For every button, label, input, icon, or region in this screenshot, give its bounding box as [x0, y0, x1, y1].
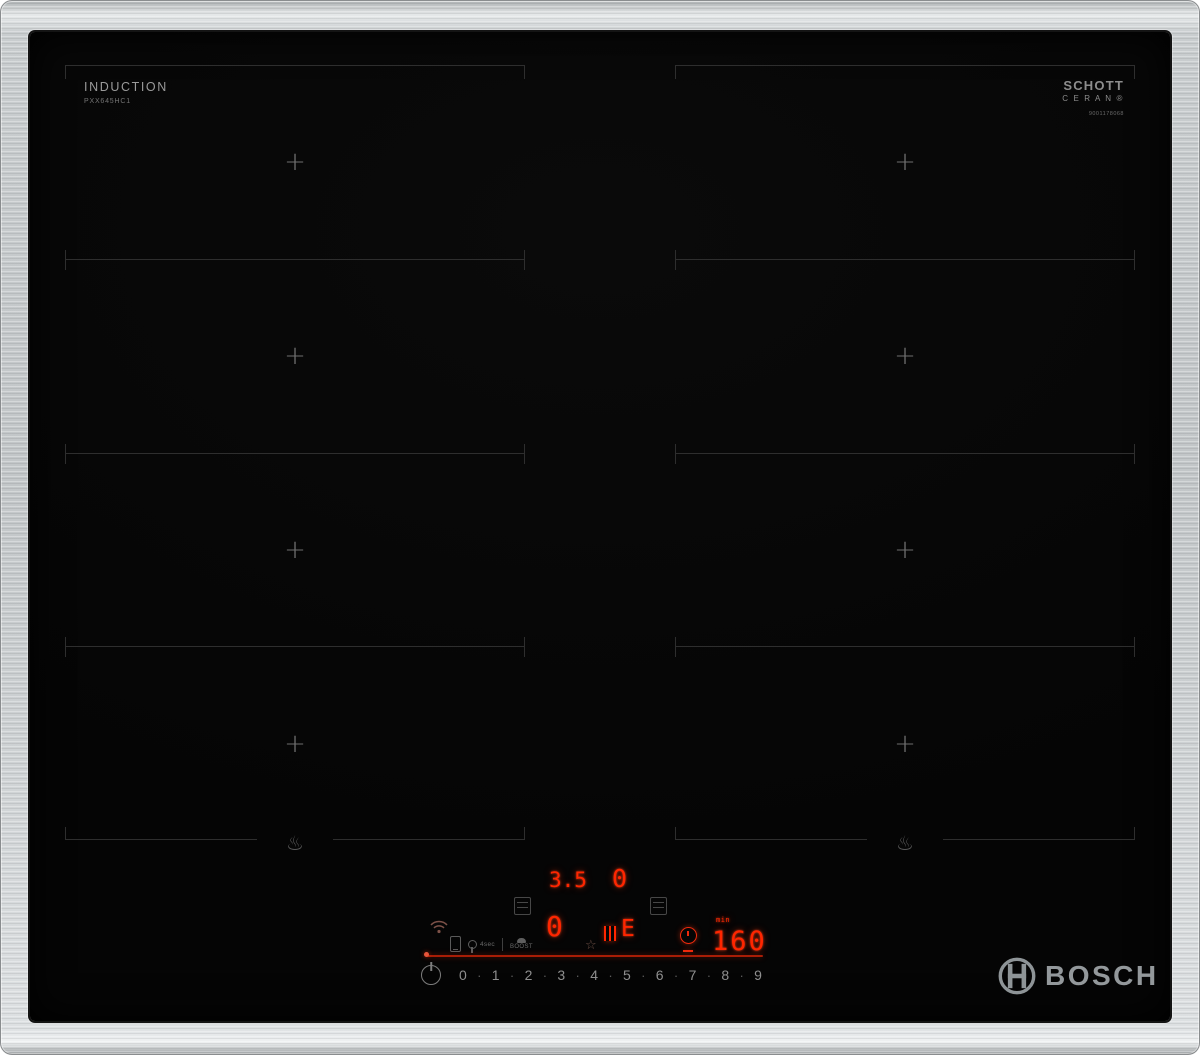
cooking-zone: +	[65, 637, 525, 840]
flex-zone-column-right: + + + + ♨	[675, 65, 1135, 853]
cooking-zone: +	[675, 443, 1135, 647]
cooking-zone: +	[675, 249, 1135, 453]
flex-zone-column-left: + + + + ♨	[65, 65, 525, 853]
timer-unit-label: min	[716, 916, 731, 924]
zone-corner-mark	[65, 637, 66, 658]
slider-dot: ·	[706, 967, 712, 983]
slider-dot: ·	[739, 967, 744, 983]
divider	[501, 937, 503, 951]
slider-dot: ·	[641, 967, 646, 983]
slider-level-0[interactable]: 0	[459, 967, 467, 983]
slider-level-5[interactable]: 5	[623, 967, 631, 983]
plus-marker: +	[894, 728, 916, 759]
zone-corner-mark	[1134, 637, 1135, 658]
plus-marker: +	[284, 147, 306, 178]
slider-level-3[interactable]: 3	[557, 967, 565, 983]
induction-hob: INDUCTION PXX645HC1 SCHOTT C E R A N ® 9…	[0, 0, 1200, 1055]
bosch-logo-icon	[998, 957, 1036, 995]
zone-corner-mark	[675, 66, 676, 79]
zone-corner-mark	[675, 637, 676, 658]
cooking-zone: +	[65, 443, 525, 647]
timer-dash-indicator	[683, 950, 693, 952]
zone-corner-mark	[1134, 443, 1135, 464]
slider-active-line[interactable]	[427, 955, 763, 957]
cooking-zone: +	[65, 65, 525, 259]
slider-line-dot	[424, 952, 429, 957]
slider-dot: ·	[575, 967, 580, 983]
steam-sensor-icon: ♨	[896, 831, 914, 855]
slider-level-2[interactable]: 2	[525, 967, 533, 983]
plus-marker: +	[284, 728, 306, 759]
plus-marker: +	[894, 534, 916, 565]
zone-corner-mark	[524, 637, 525, 658]
zone-corner-mark	[524, 443, 525, 464]
boost-icon	[516, 938, 526, 943]
bosch-logo: BOSCH	[998, 957, 1159, 995]
zone-corner-mark	[65, 443, 66, 464]
flex-zone-select-left-icon[interactable]	[514, 897, 531, 915]
zone-corner-mark	[1134, 66, 1135, 79]
key-lock-icon	[468, 939, 477, 953]
favourite-star-icon[interactable]: ☆	[585, 938, 597, 953]
boost-label: BOOST	[509, 944, 533, 950]
slider-dot: ·	[542, 967, 548, 983]
zone-outline-segment	[675, 827, 867, 840]
boost-key[interactable]: BOOST	[510, 938, 533, 950]
slider-dot: ·	[673, 967, 679, 983]
aux-function-keys: 4sec BOOST	[450, 933, 533, 955]
slider-dot: ·	[509, 967, 515, 983]
slider-dot: ·	[477, 967, 482, 983]
wifi-icon	[429, 918, 449, 934]
plus-marker: +	[284, 341, 306, 372]
pan-move-indicator: E	[604, 918, 635, 941]
zone-corner-mark	[1134, 249, 1135, 270]
zone-corner-mark	[524, 249, 525, 270]
slider-level-8[interactable]: 8	[721, 967, 729, 983]
plus-marker: +	[894, 147, 916, 178]
slider-dot: ·	[608, 967, 613, 983]
zone-corner-mark	[65, 66, 66, 79]
slider-level-1[interactable]: 1	[492, 967, 500, 983]
zone-outline-segment	[943, 827, 1135, 840]
slider-level-4[interactable]: 4	[590, 967, 598, 983]
zone-level-display-left: 0	[546, 910, 563, 943]
slider-level-7[interactable]: 7	[689, 967, 697, 983]
zone-corner-mark	[675, 249, 676, 270]
cooking-zone: +	[65, 249, 525, 453]
cooking-zone: +	[675, 637, 1135, 840]
child-lock-key[interactable]: 4sec	[468, 939, 495, 953]
plus-marker: +	[284, 534, 306, 565]
zone-corner-mark	[675, 443, 676, 464]
zone-corner-mark	[65, 249, 66, 270]
pan-grill-icon	[604, 926, 616, 941]
bosch-wordmark: BOSCH	[1045, 960, 1159, 991]
clock-timer-icon[interactable]	[680, 927, 697, 944]
slider-level-9[interactable]: 9	[754, 967, 762, 983]
plus-marker: +	[894, 341, 916, 372]
zone-outline-segment	[333, 827, 525, 840]
zone-level-display-top: 0	[612, 864, 628, 893]
power-button[interactable]	[421, 965, 441, 985]
steam-sensor-icon: ♨	[286, 831, 304, 855]
timer-main-display: 160	[712, 926, 767, 957]
zone-outline-segment	[65, 827, 257, 840]
flex-zone-select-right-icon[interactable]	[650, 897, 667, 915]
lock-time-label: 4sec	[480, 940, 495, 948]
pan-indicator-letter: E	[621, 916, 635, 942]
timer-small-display: 3.5	[549, 868, 587, 892]
remote-control-icon[interactable]	[450, 936, 461, 952]
cooking-zone: +	[675, 65, 1135, 259]
slider-level-6[interactable]: 6	[656, 967, 664, 983]
zone-corner-mark	[524, 66, 525, 79]
power-level-slider[interactable]: 0 · 1 · 2 · 3 · 4 · 5 · 6 · 7 · 8 · 9	[459, 967, 762, 983]
